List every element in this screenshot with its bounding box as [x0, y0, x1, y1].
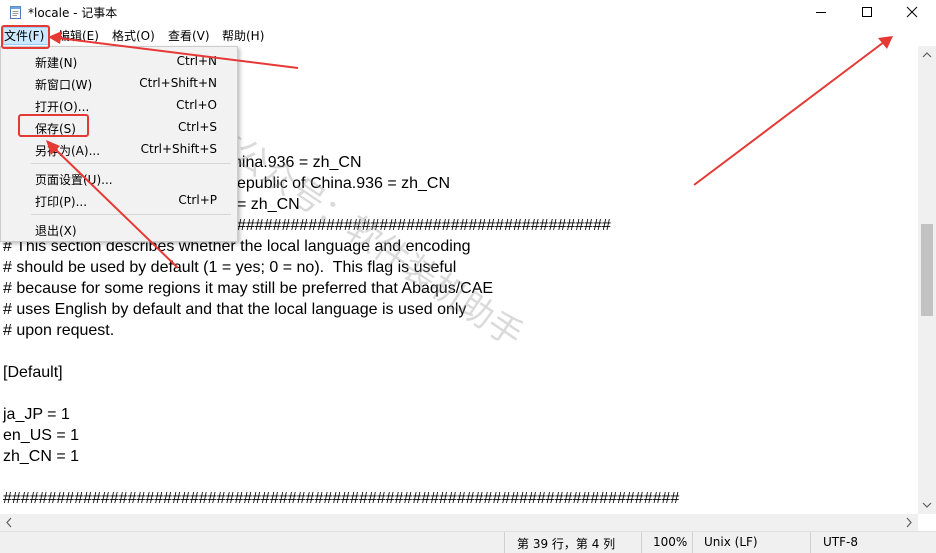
menu-format[interactable]: 格式(O) — [112, 28, 155, 44]
horizontal-scrollbar[interactable] — [0, 514, 918, 531]
file-menu-dropdown: 新建(N) Ctrl+N 新窗口(W) Ctrl+Shift+N 打开(O)..… — [0, 46, 238, 242]
menu-item-label: 新建(N) — [35, 56, 78, 70]
scroll-up-icon[interactable] — [918, 48, 936, 62]
close-icon — [906, 6, 918, 18]
title-bar: *locale - 记事本 — [0, 0, 936, 25]
menu-edit[interactable]: 编辑(E) — [58, 28, 99, 44]
vertical-scrollbar[interactable] — [918, 46, 936, 514]
menu-item-shortcut: Ctrl+S — [177, 120, 217, 134]
menu-item-shortcut: Ctrl+O — [176, 98, 217, 112]
maximize-icon — [862, 7, 872, 17]
menu-item-shortcut: Ctrl+P — [178, 193, 217, 207]
maximize-button[interactable] — [844, 0, 890, 25]
menu-item-exit[interactable]: 退出(X) — [1, 218, 237, 240]
editor-line: # upon request. — [3, 322, 115, 339]
menu-item-label: 打印(P)... — [35, 195, 88, 209]
menu-item-label: 退出(X) — [35, 224, 77, 238]
editor-line: # uses English by default and that the l… — [3, 301, 467, 318]
menu-item-open[interactable]: 打开(O)... Ctrl+O — [1, 94, 237, 116]
highlight-box-save — [18, 114, 89, 137]
scroll-right-icon[interactable] — [902, 514, 916, 531]
minimize-button[interactable] — [798, 0, 844, 25]
status-divider — [692, 532, 693, 553]
scroll-left-icon[interactable] — [2, 514, 16, 531]
vertical-scroll-thumb[interactable] — [921, 224, 933, 316]
menu-item-save-as[interactable]: 另存为(A)... Ctrl+Shift+S — [1, 138, 237, 160]
status-divider — [641, 532, 642, 553]
menu-item-shortcut: Ctrl+Shift+N — [139, 76, 217, 90]
menu-separator — [31, 214, 231, 215]
editor-line: ########################################… — [237, 217, 611, 234]
menu-item-new[interactable]: 新建(N) Ctrl+N — [1, 50, 237, 72]
menu-item-shortcut: Ctrl+N — [176, 54, 217, 68]
menu-item-label: 页面设置(U)... — [35, 173, 113, 187]
highlight-box-file-menu — [1, 25, 50, 49]
menu-item-label: 打开(O)... — [35, 100, 90, 114]
minimize-icon — [816, 12, 826, 13]
notepad-icon — [10, 6, 21, 19]
menu-item-label: 新窗口(W) — [35, 78, 93, 92]
menu-item-label: 另存为(A)... — [35, 144, 101, 158]
editor-line: ########################################… — [3, 490, 680, 507]
menu-help[interactable]: 帮助(H) — [222, 28, 264, 44]
menu-separator — [31, 163, 231, 164]
status-divider — [810, 532, 811, 553]
editor-line: zh_CN = 1 — [3, 448, 80, 465]
menu-bar: 文件(F) 编辑(E) 格式(O) 查看(V) 帮助(H) — [0, 26, 936, 46]
status-bar: 第 39 行，第 4 列 100% Unix (LF) UTF-8 — [0, 531, 936, 553]
menu-item-shortcut: Ctrl+Shift+S — [140, 142, 217, 156]
line-ending: Unix (LF) — [704, 535, 758, 549]
zoom-level: 100% — [653, 535, 688, 549]
status-divider — [504, 532, 505, 553]
editor-line: ja_JP = 1 — [3, 406, 70, 423]
scroll-down-icon[interactable] — [918, 498, 936, 512]
menu-item-new-window[interactable]: 新窗口(W) Ctrl+Shift+N — [1, 72, 237, 94]
menu-item-print[interactable]: 打印(P)... Ctrl+P — [1, 189, 237, 211]
editor-line: en_US = 1 — [3, 427, 80, 444]
encoding: UTF-8 — [823, 535, 858, 549]
cursor-position: 第 39 行，第 4 列 — [517, 537, 616, 551]
window-title: *locale - 记事本 — [28, 6, 118, 20]
menu-item-page-setup[interactable]: 页面设置(U)... — [1, 167, 237, 189]
close-button[interactable] — [890, 0, 936, 25]
editor-line: [Default] — [3, 364, 63, 381]
menu-view[interactable]: 查看(V) — [168, 28, 210, 44]
